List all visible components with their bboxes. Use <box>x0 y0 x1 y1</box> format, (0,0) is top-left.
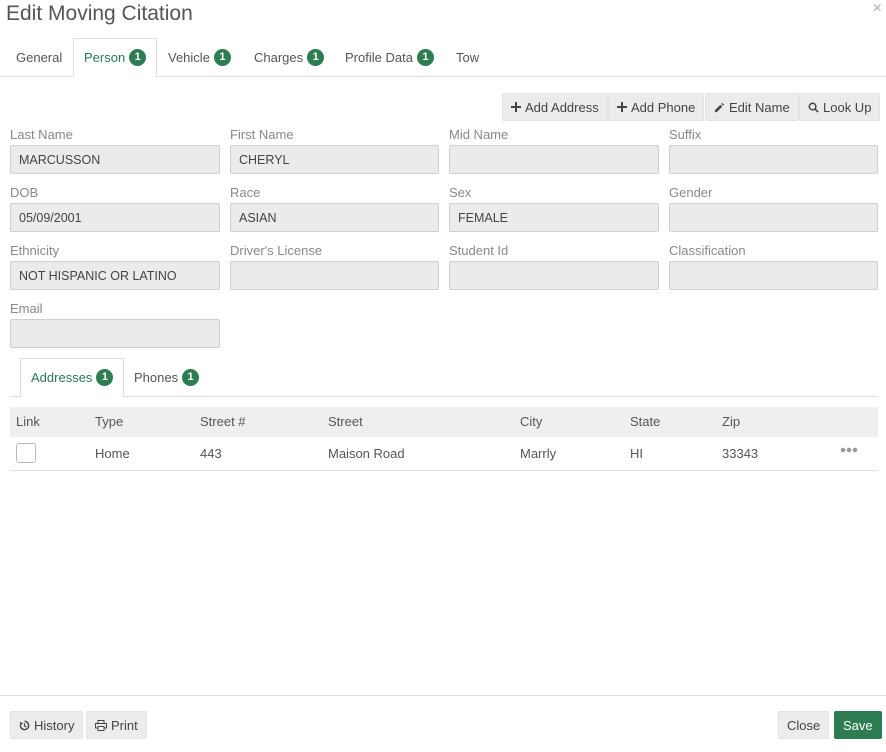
contact-tabs: Addresses 1 Phones 1 <box>10 358 878 397</box>
tab-profile-data[interactable]: Profile Data 1 <box>335 38 444 77</box>
cell-city: Marrly <box>520 446 557 461</box>
column-header: Type <box>95 414 124 429</box>
suffix-field[interactable] <box>669 145 878 174</box>
count-badge: 1 <box>182 369 200 386</box>
cell-zip: 33343 <box>722 446 759 461</box>
drivers-license-field[interactable] <box>230 261 439 290</box>
main-tabs: General Person 1 Vehicle 1 Charges 1 Pro… <box>0 38 886 77</box>
button-label: Close <box>787 717 821 733</box>
column-header: Street <box>328 414 363 429</box>
count-badge: 1 <box>213 49 231 66</box>
button-label: Print <box>111 717 138 733</box>
tab-phones[interactable]: Phones 1 <box>124 358 209 397</box>
last-name-field[interactable]: MARCUSSON <box>10 145 220 174</box>
plus-icon <box>617 102 627 112</box>
table-row[interactable]: Home 443 Maison Road Marrly HI 33343 <box>10 437 878 471</box>
ethnicity-field[interactable]: NOT HISPANIC OR LATINO <box>10 261 220 290</box>
race-field[interactable]: ASIAN <box>230 203 439 232</box>
sex-label: Sex <box>449 185 472 200</box>
dob-field[interactable]: 05/09/2001 <box>10 203 220 232</box>
first-name-label: First Name <box>230 127 294 142</box>
tab-charges[interactable]: Charges 1 <box>244 38 334 77</box>
close-icon[interactable]: × <box>873 0 882 18</box>
history-button[interactable]: History <box>10 711 84 739</box>
add-address-button[interactable]: Add Address <box>502 93 608 121</box>
tab-label: Tow <box>456 50 480 65</box>
print-button[interactable]: Print <box>86 711 147 739</box>
cell-street: Maison Road <box>328 446 405 461</box>
first-name-field[interactable]: CHERYL <box>230 145 439 174</box>
column-header: Zip <box>722 414 741 429</box>
tab-vehicle[interactable]: Vehicle 1 <box>158 38 241 77</box>
count-badge: 1 <box>129 49 147 66</box>
button-label: Edit Name <box>729 99 790 115</box>
column-header: Link <box>16 414 40 429</box>
button-label: Save <box>843 717 873 733</box>
cell-state: HI <box>630 446 643 461</box>
race-label: Race <box>230 185 261 200</box>
sex-field[interactable]: FEMALE <box>449 203 659 232</box>
tab-label: Vehicle <box>168 50 210 65</box>
column-header: City <box>520 414 543 429</box>
last-name-label: Last Name <box>10 127 73 142</box>
tab-label: Person <box>84 50 126 65</box>
column-header: Street # <box>200 414 246 429</box>
button-label: Add Phone <box>631 99 696 115</box>
look-up-button[interactable]: Look Up <box>799 93 881 121</box>
pencil-icon <box>714 102 725 112</box>
student-id-field[interactable] <box>449 261 659 290</box>
history-icon <box>19 720 30 730</box>
email-label: Email <box>10 301 43 316</box>
tab-label: Charges <box>254 50 304 65</box>
link-checkbox[interactable] <box>16 443 36 463</box>
drivers-license-label: Driver's License <box>230 243 323 258</box>
cell-street-number: 443 <box>200 446 222 461</box>
tab-label: Phones <box>134 370 179 385</box>
classification-field[interactable] <box>669 261 878 290</box>
tab-tow[interactable]: Tow <box>446 38 489 77</box>
classification-label: Classification <box>669 243 746 258</box>
count-badge: 1 <box>416 49 434 66</box>
gender-field[interactable] <box>669 203 878 232</box>
count-badge: 1 <box>307 49 325 66</box>
print-icon <box>95 719 107 731</box>
tab-label: Profile Data <box>345 50 413 65</box>
add-phone-button[interactable]: Add Phone <box>608 93 705 121</box>
edit-name-button[interactable]: Edit Name <box>705 93 799 121</box>
tab-label: Addresses <box>31 370 93 385</box>
address-table-header: Link Type Street # Street City State Zip <box>10 407 878 437</box>
button-label: Look Up <box>823 99 872 115</box>
email-field[interactable] <box>10 319 220 348</box>
column-header: State <box>630 414 661 429</box>
close-button[interactable]: Close <box>778 711 830 739</box>
mid-name-label: Mid Name <box>449 127 509 142</box>
gender-label: Gender <box>669 185 713 200</box>
dob-label: DOB <box>10 185 39 200</box>
dialog-title: Edit Moving Citation <box>6 2 193 25</box>
cell-type: Home <box>95 446 130 461</box>
button-label: Add Address <box>525 99 599 115</box>
search-icon <box>808 102 819 113</box>
tab-label: General <box>16 50 63 65</box>
mid-name-field[interactable] <box>449 145 659 174</box>
student-id-label: Student Id <box>449 243 509 258</box>
suffix-label: Suffix <box>669 127 702 142</box>
more-options-icon[interactable] <box>840 447 858 453</box>
button-label: History <box>34 717 75 733</box>
save-button[interactable]: Save <box>834 711 882 739</box>
plus-icon <box>511 102 521 112</box>
tab-general[interactable]: General <box>6 38 72 77</box>
count-badge: 1 <box>96 369 114 386</box>
tab-addresses[interactable]: Addresses 1 <box>20 358 125 397</box>
ethnicity-label: Ethnicity <box>10 243 60 258</box>
tab-person[interactable]: Person 1 <box>73 38 158 77</box>
